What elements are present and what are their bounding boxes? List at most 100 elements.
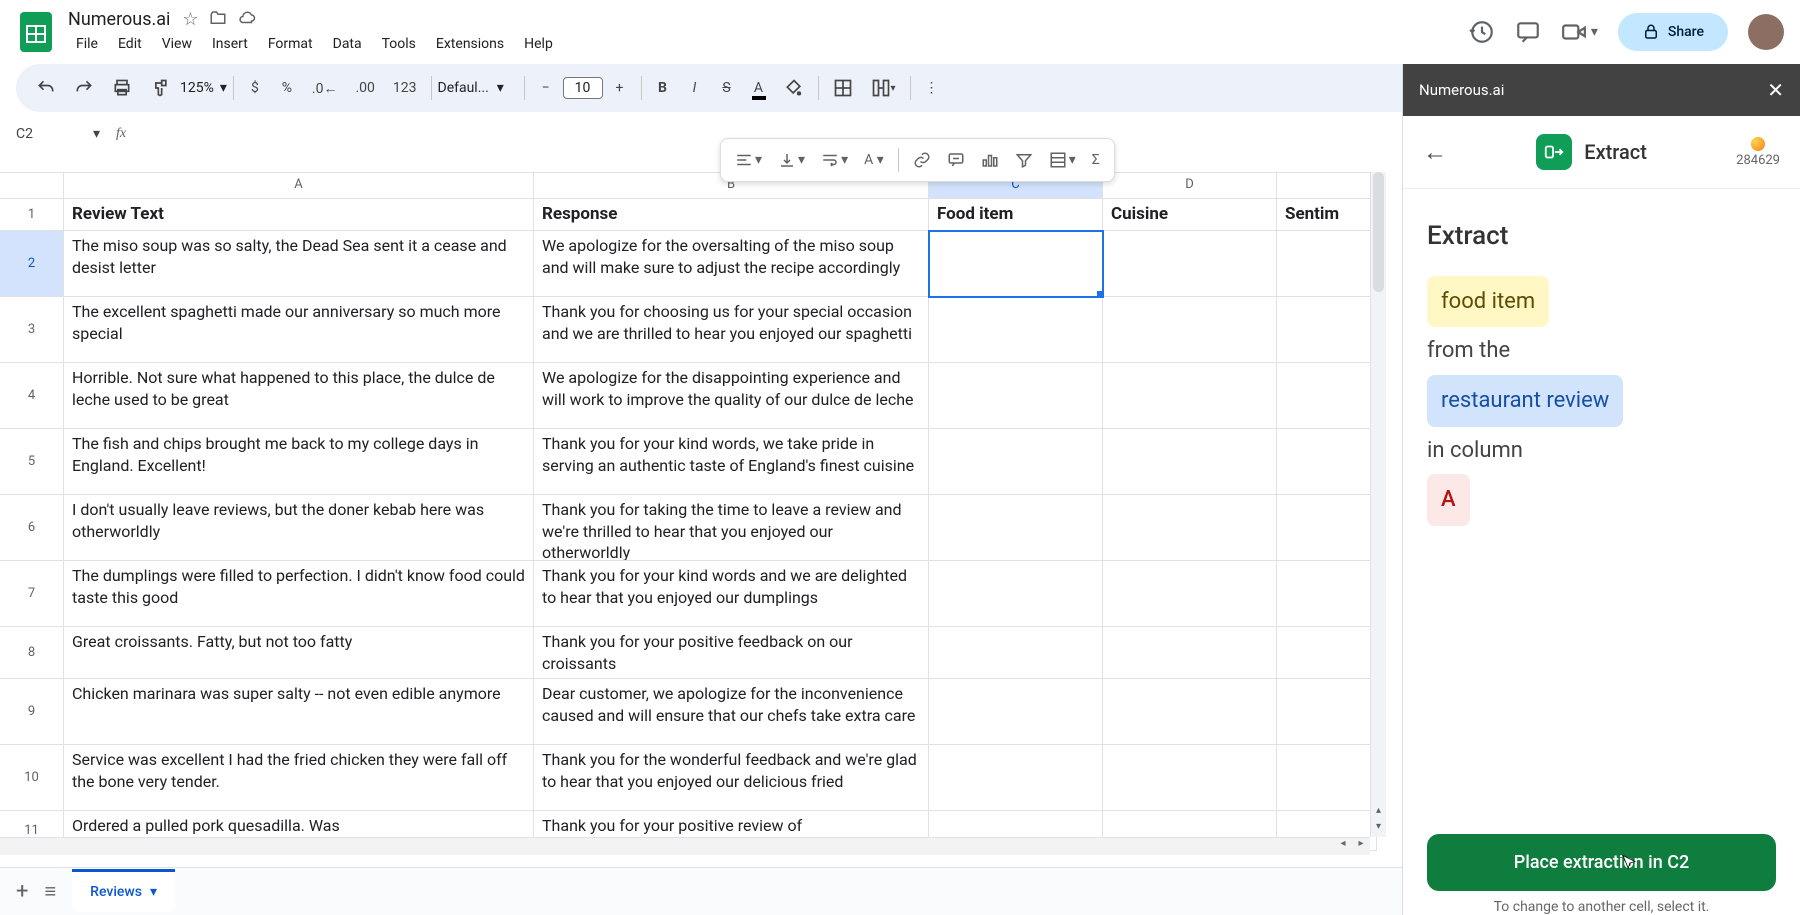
menu-data[interactable]: Data <box>325 32 370 56</box>
cell[interactable] <box>1277 495 1377 561</box>
currency-button[interactable]: $ <box>240 74 270 102</box>
cell[interactable]: I don't usually leave reviews, but the d… <box>64 495 534 561</box>
valign-button[interactable]: ▾ <box>772 145 811 175</box>
menu-insert[interactable]: Insert <box>204 32 256 56</box>
cell[interactable]: We apologize for the oversalting of the … <box>534 231 929 297</box>
cell[interactable] <box>1277 231 1377 297</box>
place-extraction-button[interactable]: Place extraction in C2 <box>1427 834 1776 891</box>
fill-color-button[interactable] <box>776 72 812 104</box>
increase-decimal-button[interactable]: .00 <box>347 74 382 102</box>
add-sheet-button[interactable]: + <box>16 879 28 904</box>
cell[interactable] <box>1103 429 1277 495</box>
print-button[interactable] <box>104 72 140 104</box>
cell[interactable]: Thank you for your positive feedback on … <box>534 627 929 679</box>
cell[interactable] <box>929 561 1103 627</box>
cell[interactable] <box>929 745 1103 811</box>
cell[interactable] <box>1103 745 1277 811</box>
scroll-left-icon[interactable]: ◂ <box>1334 838 1352 849</box>
row-header[interactable]: 8 <box>0 627 64 679</box>
cell[interactable] <box>929 495 1103 561</box>
cell[interactable]: Thank you for taking the time to leave a… <box>534 495 929 561</box>
header-cell[interactable]: Response <box>534 199 929 231</box>
row-header[interactable]: 5 <box>0 429 64 495</box>
merge-button[interactable]: ▾ <box>863 72 904 104</box>
cell[interactable]: We apologize for the disappointing exper… <box>534 363 929 429</box>
cell[interactable] <box>1103 495 1277 561</box>
cell[interactable]: Thank you for the wonderful feedback and… <box>534 745 929 811</box>
sheets-logo-icon[interactable] <box>16 12 56 52</box>
wrap-button[interactable]: ▾ <box>815 145 854 175</box>
menu-file[interactable]: File <box>68 32 106 56</box>
cell[interactable]: Great croissants. Fatty, but not too fat… <box>64 627 534 679</box>
meet-button[interactable]: ▾ <box>1561 19 1598 45</box>
paint-format-button[interactable] <box>142 72 178 104</box>
scroll-right-icon[interactable]: ▸ <box>1352 838 1370 849</box>
all-sheets-button[interactable]: ≡ <box>44 879 56 904</box>
cell[interactable] <box>1103 561 1277 627</box>
more-button[interactable]: ⋮ <box>917 74 947 102</box>
cell[interactable] <box>1277 679 1377 745</box>
cell[interactable]: Thank you for choosing us for your speci… <box>534 297 929 363</box>
row-header[interactable]: 4 <box>0 363 64 429</box>
functions-button[interactable]: Σ <box>1086 146 1106 174</box>
comment-icon[interactable] <box>1515 19 1541 45</box>
text-color-button[interactable]: A <box>744 74 774 102</box>
cell[interactable]: Thank you for your kind words, we take p… <box>534 429 929 495</box>
row-header[interactable]: 1 <box>0 199 64 231</box>
filter-button[interactable] <box>1009 145 1039 175</box>
menu-view[interactable]: View <box>154 32 200 56</box>
scroll-down-icon[interactable]: ▾ <box>1371 821 1386 837</box>
menu-help[interactable]: Help <box>516 32 561 56</box>
row-header[interactable]: 10 <box>0 745 64 811</box>
cell[interactable] <box>1103 231 1277 297</box>
filter-views-button[interactable]: ▾ <box>1043 145 1082 175</box>
cell[interactable] <box>1277 745 1377 811</box>
avatar[interactable] <box>1748 14 1784 50</box>
back-button[interactable]: ← <box>1423 138 1447 167</box>
column-header[interactable] <box>1277 173 1377 199</box>
spreadsheet-grid[interactable]: ABCD1Review TextResponseFood itemCuisine… <box>0 172 1386 855</box>
redo-button[interactable] <box>66 72 102 104</box>
link-button[interactable] <box>907 145 937 175</box>
zoom-select[interactable]: 125% ▾ <box>180 80 227 96</box>
cell[interactable] <box>1103 627 1277 679</box>
italic-button[interactable]: I <box>680 74 710 102</box>
cell[interactable] <box>929 627 1103 679</box>
cell[interactable] <box>1103 679 1277 745</box>
chip-source-type[interactable]: restaurant review <box>1427 375 1623 427</box>
percent-button[interactable]: % <box>272 74 302 102</box>
row-header[interactable]: 2 <box>0 231 64 297</box>
cell[interactable]: Thank you for your kind words and we are… <box>534 561 929 627</box>
column-header[interactable]: A <box>64 173 534 199</box>
select-all-corner[interactable] <box>0 173 64 199</box>
row-header[interactable]: 3 <box>0 297 64 363</box>
scrollbar-thumb[interactable] <box>1373 172 1384 292</box>
cell[interactable] <box>929 231 1103 297</box>
header-cell[interactable]: Review Text <box>64 199 534 231</box>
cell[interactable]: Service was excellent I had the fried ch… <box>64 745 534 811</box>
font-family-select[interactable]: Defaul... ▾ <box>438 80 518 96</box>
row-header[interactable]: 6 <box>0 495 64 561</box>
cell[interactable]: The excellent spaghetti made our anniver… <box>64 297 534 363</box>
horizontal-scrollbar[interactable]: ◂▸ <box>0 837 1370 855</box>
menu-format[interactable]: Format <box>260 32 321 56</box>
cell[interactable] <box>929 679 1103 745</box>
chip-extract-target[interactable]: food item <box>1427 276 1549 328</box>
rotate-button[interactable]: A ▾ <box>858 146 890 174</box>
chart-button[interactable] <box>975 145 1005 175</box>
cell[interactable]: Dear customer, we apologize for the inco… <box>534 679 929 745</box>
menu-extensions[interactable]: Extensions <box>428 32 512 56</box>
star-icon[interactable]: ☆ <box>182 9 198 30</box>
row-header[interactable]: 9 <box>0 679 64 745</box>
sheet-tab-active[interactable]: Reviews ▾ <box>72 869 175 912</box>
comment-button[interactable] <box>941 145 971 175</box>
decrease-decimal-button[interactable]: .0← <box>304 74 346 103</box>
bold-button[interactable]: B <box>648 74 678 102</box>
doc-title[interactable]: Numerous.ai <box>68 9 170 30</box>
align-button[interactable]: ▾ <box>729 145 768 175</box>
font-size-input[interactable]: 10 <box>563 77 603 99</box>
cloud-icon[interactable] <box>237 9 257 30</box>
undo-button[interactable] <box>28 72 64 104</box>
cell[interactable] <box>1277 561 1377 627</box>
vertical-scrollbar[interactable]: ▴ ▾ <box>1370 172 1386 837</box>
